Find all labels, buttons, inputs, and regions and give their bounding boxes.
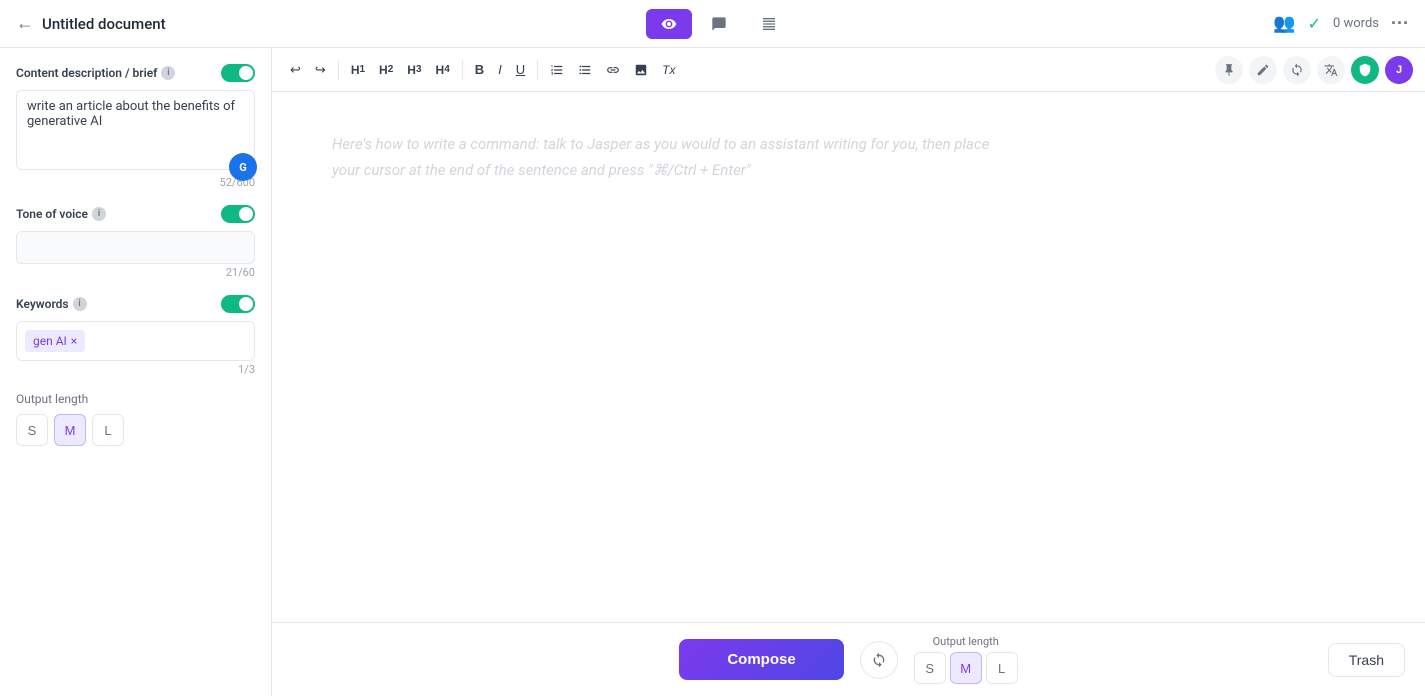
- h3-button[interactable]: H3: [401, 59, 427, 81]
- more-options-button[interactable]: ···: [1391, 13, 1409, 34]
- tone-info-icon[interactable]: i: [92, 207, 106, 221]
- size-large-button[interactable]: L: [92, 414, 124, 446]
- ordered-list-button[interactable]: [544, 59, 570, 81]
- sidebar: Content description / brief i write an a…: [0, 48, 272, 696]
- comment-icon: [711, 16, 727, 32]
- bottom-bar: Compose Output length S M L Trash: [272, 622, 1425, 696]
- tab-layout[interactable]: [746, 9, 792, 39]
- undo-button[interactable]: ↩: [284, 58, 307, 82]
- editor-placeholder: Here's how to write a command: talk to J…: [332, 132, 1192, 183]
- grammarly-badge: G: [229, 153, 257, 181]
- bottom-size-small-button[interactable]: S: [914, 652, 946, 684]
- keywords-field: Keywords i gen AI × 1/3: [16, 295, 255, 376]
- toolbar-left: ↩ ↪ H1 H2 H3 H4 B I U: [284, 58, 682, 82]
- size-small-button[interactable]: S: [16, 414, 48, 446]
- editor-toolbar: ↩ ↪ H1 H2 H3 H4 B I U: [272, 48, 1425, 92]
- content-description-input[interactable]: write an article about the benefits of g…: [16, 90, 255, 170]
- layout-icon: [761, 16, 777, 32]
- refresh-button[interactable]: [860, 641, 898, 679]
- bottom-output-label: Output length: [933, 635, 999, 648]
- trash-button[interactable]: Trash: [1328, 643, 1405, 677]
- editor-content[interactable]: Here's how to write a command: talk to J…: [272, 92, 1425, 622]
- tab-comment[interactable]: [696, 9, 742, 39]
- content-description-toggle[interactable]: [221, 64, 255, 82]
- keywords-info-icon[interactable]: i: [73, 297, 87, 311]
- content-description-char-count: 52/600: [16, 176, 255, 189]
- bottom-size-large-button[interactable]: L: [986, 652, 1018, 684]
- users-icon: 👥: [1273, 13, 1295, 34]
- clear-format-button[interactable]: Tx: [656, 59, 681, 81]
- document-title: Untitled document: [42, 15, 166, 33]
- check-icon: ✓: [1308, 14, 1321, 33]
- toolbar-divider-3: [537, 60, 538, 80]
- bottom-output-length: Output length S M L: [914, 635, 1018, 684]
- tone-toggle[interactable]: [221, 205, 255, 223]
- nav-left: ← Untitled document: [16, 13, 166, 34]
- toolbar-pin-button[interactable]: [1215, 56, 1243, 84]
- eye-icon: [661, 16, 677, 32]
- keyword-remove-button[interactable]: ×: [71, 334, 77, 348]
- top-nav: ← Untitled document 👥 ✓ 0 words ···: [0, 0, 1425, 48]
- bottom-size-buttons: S M L: [914, 652, 1018, 684]
- nav-right: 👥 ✓ 0 words ···: [1273, 13, 1409, 34]
- tone-char-count: 21/60: [16, 266, 255, 279]
- main-layout: Content description / brief i write an a…: [0, 48, 1425, 696]
- tab-preview[interactable]: [646, 9, 692, 39]
- content-description-label: Content description / brief i: [16, 66, 175, 80]
- redo-button[interactable]: ↪: [309, 58, 332, 82]
- link-button[interactable]: [600, 59, 626, 81]
- keywords-toggle[interactable]: [221, 295, 255, 313]
- tone-label: Tone of voice i: [16, 207, 106, 221]
- editor-area: ↩ ↪ H1 H2 H3 H4 B I U: [272, 48, 1425, 696]
- h4-button[interactable]: H4: [430, 59, 456, 81]
- keywords-count: 1/3: [16, 363, 255, 376]
- h2-button[interactable]: H2: [373, 59, 399, 81]
- tone-of-voice-field: Tone of voice i informative, friendly 21…: [16, 205, 255, 279]
- output-length-label: Output length: [16, 392, 255, 406]
- keywords-header: Keywords i: [16, 295, 255, 313]
- bottom-size-medium-button[interactable]: M: [950, 652, 982, 684]
- content-description-field: Content description / brief i write an a…: [16, 64, 255, 189]
- bold-button[interactable]: B: [469, 58, 490, 81]
- toolbar-grammar-button[interactable]: [1317, 56, 1345, 84]
- toolbar-jasper-button[interactable]: J: [1385, 56, 1413, 84]
- content-description-header: Content description / brief i: [16, 64, 255, 82]
- toolbar-divider-1: [338, 60, 339, 80]
- back-button[interactable]: ←: [16, 13, 34, 34]
- compose-button[interactable]: Compose: [679, 639, 843, 680]
- unordered-list-button[interactable]: [572, 59, 598, 81]
- toolbar-shield-button[interactable]: [1351, 56, 1379, 84]
- keyword-tag-label: gen AI: [33, 334, 67, 348]
- word-count: 0 words: [1333, 16, 1379, 31]
- keywords-label: Keywords i: [16, 297, 87, 311]
- keywords-area[interactable]: gen AI ×: [16, 321, 255, 361]
- toolbar-right: J: [1215, 56, 1413, 84]
- toolbar-edit-button[interactable]: [1249, 56, 1277, 84]
- content-description-info-icon[interactable]: i: [161, 66, 175, 80]
- nav-tabs: [646, 9, 792, 39]
- tone-input[interactable]: informative, friendly: [16, 231, 255, 264]
- output-length-field: Output length S M L: [16, 392, 255, 446]
- size-medium-button[interactable]: M: [54, 414, 86, 446]
- size-buttons: S M L: [16, 414, 255, 446]
- image-button[interactable]: [628, 59, 654, 81]
- h1-button[interactable]: H1: [345, 59, 371, 81]
- tone-header: Tone of voice i: [16, 205, 255, 223]
- keyword-tag-gen-ai: gen AI ×: [25, 330, 85, 352]
- italic-button[interactable]: I: [492, 58, 508, 81]
- toolbar-refresh-button[interactable]: [1283, 56, 1311, 84]
- underline-button[interactable]: U: [510, 58, 531, 81]
- toolbar-divider-2: [462, 60, 463, 80]
